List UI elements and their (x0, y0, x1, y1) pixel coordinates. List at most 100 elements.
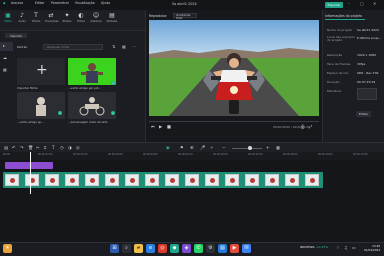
file-explorer-icon[interactable]: ▰ (134, 244, 143, 253)
player-tab[interactable]: Reprodutor (149, 14, 167, 18)
used-check-icon: ✓ (111, 111, 115, 115)
media-filter[interactable]: Padrão (17, 45, 27, 49)
minimize-icon[interactable]: – (348, 1, 350, 6)
filmora-icon[interactable]: ◆ (170, 244, 179, 253)
sort-icon[interactable]: ⇅ (112, 44, 115, 49)
prop-value: 1920 x 1080 (357, 53, 376, 57)
used-check-icon: ✓ (111, 81, 115, 85)
playhead[interactable] (30, 152, 31, 194)
stop-icon[interactable]: ■ (167, 124, 171, 129)
menu-item-file[interactable]: Arquivo (11, 1, 23, 5)
preview-frame (149, 20, 319, 116)
settings-icon[interactable]: ⚙ (206, 244, 215, 253)
redo-icon[interactable]: ↷ (20, 145, 24, 150)
layout-icon[interactable]: ▤ (4, 145, 8, 150)
maximize-icon[interactable]: ▢ (360, 1, 364, 6)
ruler-tick: 00:00:06:00 (213, 153, 228, 156)
windows-start-icon[interactable]: ⊞ (110, 244, 119, 253)
mail-icon[interactable]: ✉ (242, 244, 251, 253)
thumbnail-preview[interactable] (357, 88, 377, 100)
prop-value: SDR - Rec.709 (357, 71, 379, 75)
prev-frame-icon[interactable]: ⏮ (151, 124, 155, 129)
clip-frame (305, 174, 319, 186)
color-icon[interactable]: ◑ (68, 145, 72, 150)
weather-icon[interactable]: ☀ (3, 244, 12, 253)
sidebar-item-project[interactable]: ▸ (0, 42, 13, 51)
media-player-icon[interactable]: ▶ (230, 244, 239, 253)
clip-frame (5, 174, 19, 186)
tool-titles[interactable]: T Títulos (30, 11, 42, 29)
ruler-tick: 00:00:08:00 (283, 153, 298, 156)
more-icon[interactable]: ⋯ (132, 44, 136, 49)
quality-select[interactable]: Qualidade total (173, 13, 197, 20)
chrome-icon[interactable]: ◎ (158, 244, 167, 253)
edit-button[interactable]: Editar (356, 111, 371, 117)
zoom-slider[interactable] (232, 148, 262, 149)
clip-frame (125, 174, 139, 186)
mask-icon[interactable]: ◎ (76, 145, 80, 150)
text-icon[interactable]: T (52, 145, 55, 150)
export-button[interactable]: Exportar (325, 2, 343, 8)
zoom-in-icon[interactable]: + (266, 145, 270, 150)
ai-icon[interactable]: ✧ (210, 145, 214, 150)
cloud-icon: ☁ (3, 55, 7, 60)
screenshot-icon[interactable]: ⎙ (301, 124, 304, 129)
tool-media[interactable]: ▣ Mídia (2, 11, 14, 29)
render-icon[interactable]: ◉ (166, 145, 170, 150)
audio-clip[interactable] (5, 162, 53, 169)
clock-date: 01/04/2024 (364, 248, 381, 252)
zoom-out-icon[interactable]: − (222, 145, 226, 150)
tab-project-info[interactable]: Informações do projeto (325, 14, 365, 20)
zoom-slider-thumb[interactable] (248, 146, 252, 150)
media-tile[interactable] (68, 92, 116, 119)
media-tile[interactable] (68, 58, 116, 85)
tool-templates[interactable]: ▤ Modelos (106, 11, 118, 29)
sidebar-item-library[interactable]: ▦ (0, 66, 13, 75)
import-media-tile[interactable]: + (17, 58, 65, 85)
marker-icon[interactable]: ⚑ (180, 145, 184, 150)
media-tile[interactable] (17, 92, 65, 119)
battery-icon[interactable]: ▭ (352, 245, 356, 250)
grid-view-icon[interactable]: ▦ (122, 44, 126, 49)
crop-icon[interactable]: ⌗ (44, 145, 46, 150)
view-grid-icon[interactable]: ▦ (276, 145, 280, 150)
used-check-icon: ✓ (58, 111, 62, 115)
import-button[interactable]: Importar (5, 33, 27, 38)
tool-transitions[interactable]: ⇄ Transições (45, 11, 59, 29)
wifi-icon[interactable]: ⌔ (336, 245, 340, 251)
tool-stickers[interactable]: ☺ Adesivos (90, 11, 102, 29)
tool-effects[interactable]: ✦ Efeitos (61, 11, 73, 29)
project-title: Sa abril1 2024 (172, 2, 197, 6)
close-icon[interactable]: ✕ (373, 1, 376, 6)
menu-item-view[interactable]: Visualização (75, 1, 95, 5)
taskbar-clock[interactable]: 13:40 01/04/2024 (364, 244, 380, 252)
fullscreen-icon[interactable]: ⤢ (309, 124, 312, 129)
menu-item-help[interactable]: Ajuda (101, 1, 110, 5)
clip-frame (105, 174, 119, 186)
stock-ticker[interactable]: IBOVESPA (300, 245, 315, 249)
timeline-scrubber[interactable] (149, 121, 319, 122)
cut-icon[interactable]: ✂ (36, 145, 40, 150)
media-search-input[interactable]: Pesquisar mídia (43, 44, 103, 50)
template-icon: ▤ (109, 12, 115, 19)
record-icon[interactable]: 🎤 (200, 145, 205, 151)
player-controls: ⏮ ▶ ■ 00:00:00:00 / 00:00:07:25 ⎙ ⤢ (149, 124, 319, 132)
undo-icon[interactable]: ↶ (12, 145, 16, 150)
menu-item-edit[interactable]: Editar (35, 1, 44, 5)
play-icon[interactable]: ▶ (159, 124, 162, 129)
whatsapp-icon[interactable]: ✆ (194, 244, 203, 253)
sidebar-item-cloud[interactable]: ☁ (0, 54, 13, 63)
clip-frame (85, 174, 99, 186)
snap-icon[interactable]: ⊕ (190, 145, 194, 150)
delete-icon[interactable]: 🗑 (28, 145, 33, 151)
menu-item-params[interactable]: Parametrar (51, 1, 69, 5)
volume-icon[interactable]: ♫ (344, 245, 348, 250)
edge-browser-icon[interactable]: e (146, 244, 155, 253)
speed-icon[interactable]: ◷ (60, 145, 64, 150)
tool-audio[interactable]: ♪ Áudio (16, 11, 28, 29)
tool-filters[interactable]: ◐ Filtros (75, 11, 87, 29)
search-icon[interactable]: ⌕ (122, 244, 131, 253)
store-icon[interactable]: ◈ (182, 244, 191, 253)
photos-icon[interactable]: ▧ (218, 244, 227, 253)
video-clip[interactable] (3, 172, 323, 188)
